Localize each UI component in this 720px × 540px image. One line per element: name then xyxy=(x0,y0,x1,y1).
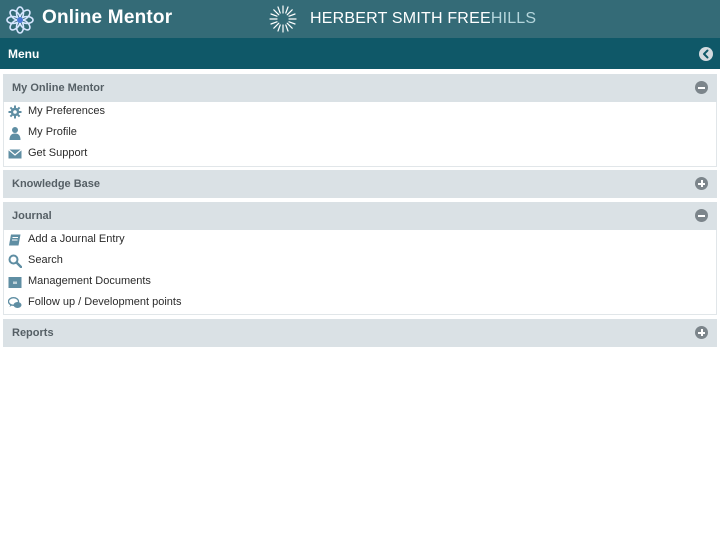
search-icon xyxy=(8,254,22,268)
menu-item-label: Management Documents xyxy=(28,275,151,287)
expand-icon[interactable] xyxy=(695,326,708,339)
menu-item-label: Search xyxy=(28,254,63,266)
section-title: Journal xyxy=(12,210,52,222)
menu-item-label: My Preferences xyxy=(28,105,106,117)
firm-name-tail: HILLS xyxy=(490,10,537,27)
menu-item-get-support[interactable]: Get Support xyxy=(4,144,716,165)
section-title: Reports xyxy=(12,327,54,339)
expand-icon[interactable] xyxy=(695,177,708,190)
firm-name: HERBERT SMITH FREEHILLS xyxy=(310,10,536,28)
section-items: Add a Journal Entry Search Management Do… xyxy=(3,230,717,315)
section-title: Knowledge Base xyxy=(12,178,101,190)
collapse-icon[interactable] xyxy=(695,209,708,222)
menu-item-management-documents[interactable]: Management Documents xyxy=(4,272,716,293)
notebook-icon xyxy=(9,234,21,246)
briefcase-icon xyxy=(8,277,22,288)
section-header-reports[interactable]: Reports xyxy=(3,319,717,347)
firm-name-main: HERBERT SMITH FREE xyxy=(310,10,491,27)
menu-item-label: Add a Journal Entry xyxy=(28,233,125,245)
section-reports: Reports xyxy=(3,319,717,347)
section-header-journal[interactable]: Journal xyxy=(3,202,717,230)
section-header-knowledge-base[interactable]: Knowledge Base xyxy=(3,170,717,198)
section-knowledge-base: Knowledge Base xyxy=(3,170,717,198)
top-banner: Online Mentor HERBERT SMITH FREEHILLS xyxy=(0,0,720,38)
section-title: My Online Mentor xyxy=(12,82,105,94)
section-my-online-mentor: My Online Mentor My Preferences My Profi… xyxy=(3,74,717,167)
back-arrow-icon[interactable] xyxy=(699,47,713,61)
section-items: My Preferences My Profile Get Support xyxy=(3,102,717,167)
section-header-my-online-mentor[interactable]: My Online Mentor xyxy=(3,74,717,102)
gear-icon xyxy=(8,105,22,119)
starburst-logo-icon xyxy=(269,5,297,33)
menu-bar: Menu xyxy=(0,38,720,69)
collapse-icon[interactable] xyxy=(695,81,708,94)
chat-bubbles-icon xyxy=(8,297,22,308)
app-title: Online Mentor xyxy=(42,7,173,28)
menu-item-label: Follow up / Development points xyxy=(28,296,182,308)
menu-label: Menu xyxy=(8,47,40,61)
menu-item-follow-up[interactable]: Follow up / Development points xyxy=(4,293,716,314)
person-icon xyxy=(9,127,21,140)
menu-item-search[interactable]: Search xyxy=(4,251,716,272)
menu-item-my-profile[interactable]: My Profile xyxy=(4,123,716,144)
menu-item-add-journal-entry[interactable]: Add a Journal Entry xyxy=(4,230,716,251)
menu-item-label: Get Support xyxy=(28,147,88,159)
flower-logo-icon xyxy=(6,6,34,34)
envelope-icon xyxy=(8,149,22,159)
menu-item-label: My Profile xyxy=(28,126,77,138)
section-journal: Journal Add a Journal Entry Search Manag… xyxy=(3,202,717,315)
menu-item-my-preferences[interactable]: My Preferences xyxy=(4,102,716,123)
